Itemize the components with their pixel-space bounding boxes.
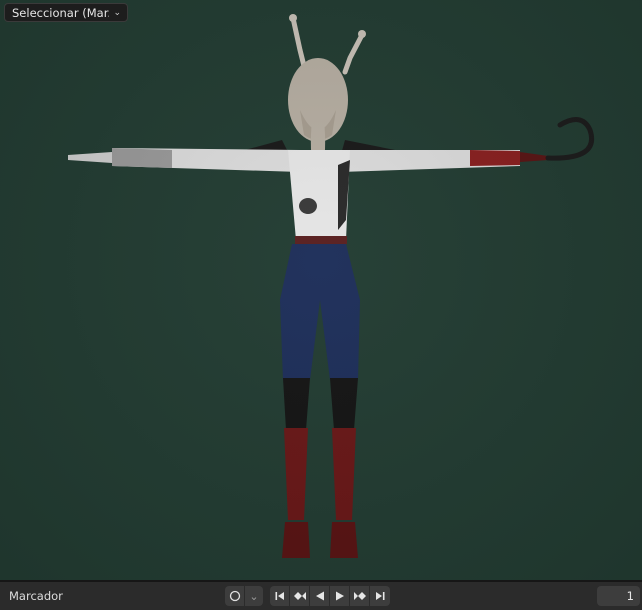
current-frame-field[interactable]: 1 [597, 586, 640, 606]
jump-to-end-icon[interactable] [370, 586, 390, 606]
select-mode-dropdown[interactable]: Seleccionar (Mar... ⌄ [4, 3, 128, 22]
character-model [68, 14, 594, 558]
timeline-header: Marcador ⌄ 1 [0, 582, 642, 610]
next-keyframe-icon[interactable] [350, 586, 370, 606]
previous-keyframe-icon[interactable] [290, 586, 310, 606]
3d-viewport[interactable]: Seleccionar (Mar... ⌄ [0, 0, 642, 580]
jump-to-start-icon[interactable] [270, 586, 290, 606]
play-icon[interactable] [330, 586, 350, 606]
play-reverse-icon[interactable] [310, 586, 330, 606]
record-controls: ⌄ [225, 586, 263, 606]
record-icon[interactable] [225, 586, 245, 606]
chevron-down-icon: ⌄ [113, 7, 121, 18]
playback-controls [270, 586, 390, 606]
dropdown-icon[interactable]: ⌄ [245, 586, 263, 606]
marker-menu[interactable]: Marcador [9, 589, 63, 603]
select-mode-label: Seleccionar (Mar... [12, 5, 110, 20]
